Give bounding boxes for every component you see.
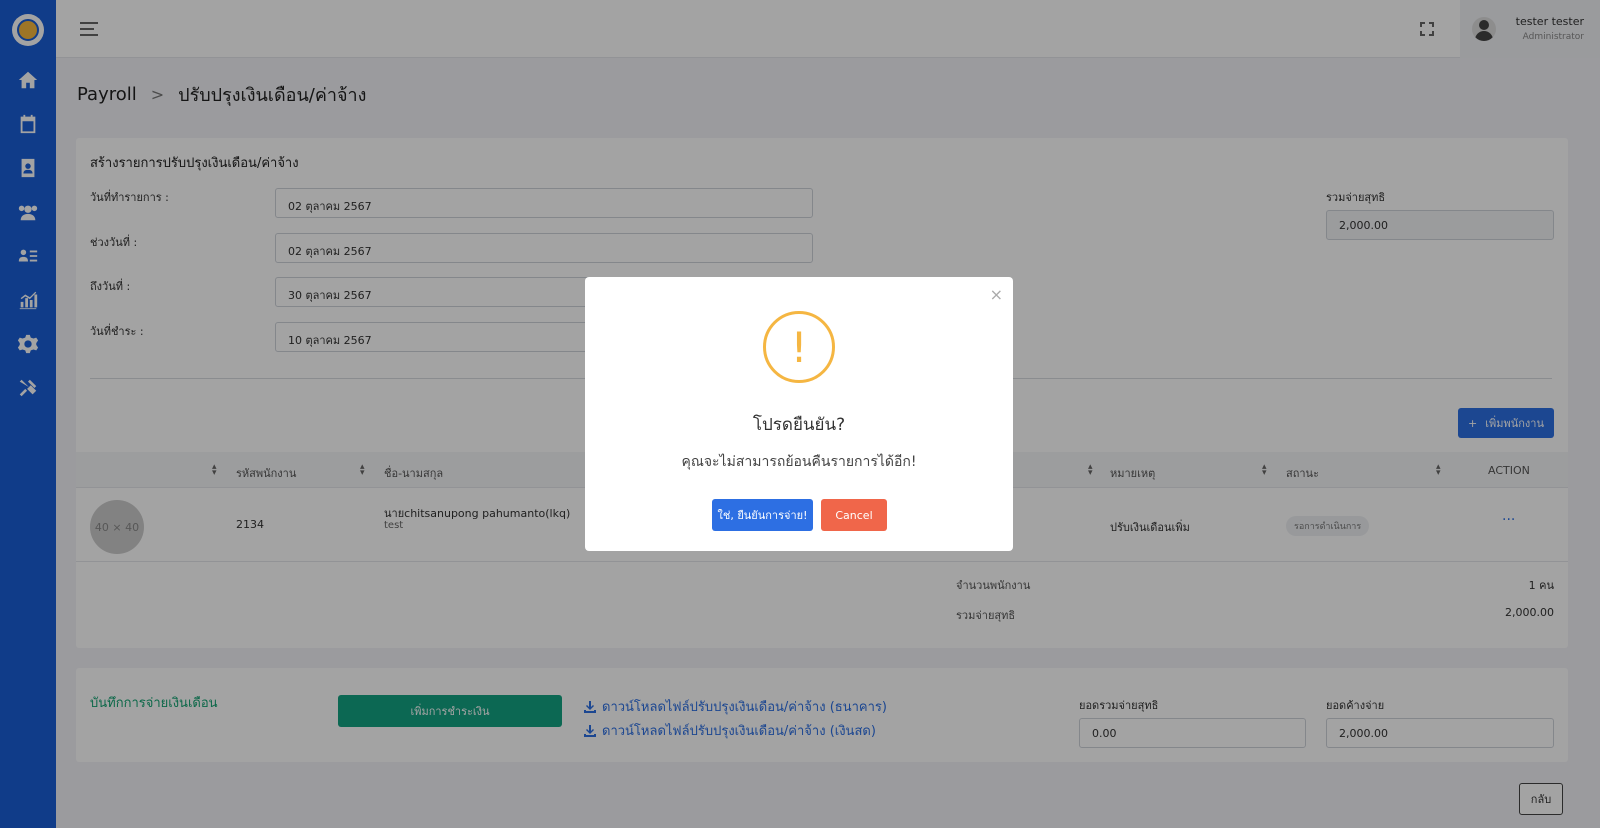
close-icon[interactable]: ×	[990, 285, 1003, 304]
dialog-message: คุณจะไม่สามารถย้อนคืนรายการได้อีก!	[681, 454, 917, 470]
warning-icon: !	[763, 311, 835, 383]
cancel-button[interactable]: Cancel	[821, 499, 887, 531]
confirm-button[interactable]: ใช่, ยืนยันการจ่าย!	[712, 499, 813, 531]
confirm-dialog: × ! โปรดยืนยัน? คุณจะไม่สามารถย้อนคืนราย…	[585, 277, 1013, 551]
dialog-title: โปรดยืนยัน?	[752, 415, 846, 435]
